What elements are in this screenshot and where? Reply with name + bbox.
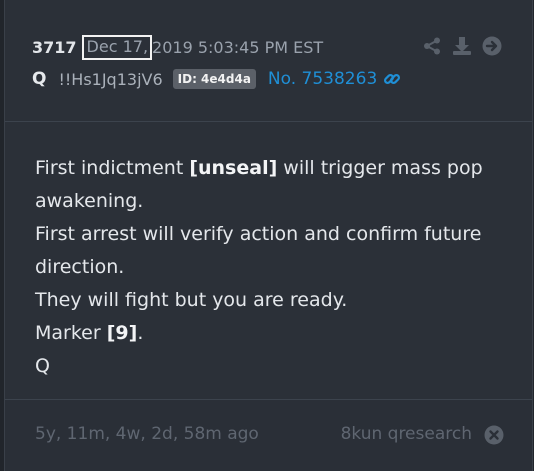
post-number: 3717 [32,37,77,57]
post-footer: 5y, 11m, 4w, 2d, 58m ago 8kun qresearch [5,399,532,471]
body-text: First indictment [35,157,190,179]
body-signature: Q [35,355,50,377]
body-text: . [137,322,144,344]
post-actions [422,36,502,56]
body-bold-text: [unseal] [189,157,278,179]
author-name: Q [32,69,47,89]
post-time: 2019 5:03:45 PM EST [152,37,324,57]
post-author-row: Q !!Hs1Jq13jV6 ID: 4e4d4a No. 7538263 [32,68,401,90]
body-line: They will fight but you are ready. [35,289,348,311]
id-badge: ID: 4e4d4a [172,69,256,89]
post-body: First indictment [unseal] will trigger m… [35,152,505,383]
post-card: 3717 Dec 17, 2019 5:03:45 PM EST Q !!Hs1… [4,0,533,471]
tripcode: !!Hs1Jq13jV6 [58,69,163,89]
post-age: 5y, 11m, 4w, 2d, 58m ago [35,424,259,444]
post-source: 8kun qresearch [340,424,472,444]
arrow-circle-right-icon[interactable] [482,36,502,56]
post-number-link[interactable]: No. 7538263 [268,69,401,89]
body-line: First arrest will verify action and conf… [35,223,482,278]
close-circle-icon[interactable] [484,425,504,445]
body-text: Marker [35,322,107,344]
body-line: Marker [9]. [35,317,505,350]
share-icon[interactable] [422,36,442,56]
body-line: First indictment [unseal] will trigger m… [35,152,505,218]
download-icon[interactable] [452,36,472,56]
post-date: Dec 17, [81,34,153,60]
post-meta-row: 3717 Dec 17, 2019 5:03:45 PM EST [32,34,324,60]
post-header: 3717 Dec 17, 2019 5:03:45 PM EST Q !!Hs1… [5,0,532,122]
post-link-label: No. 7538263 [267,69,378,89]
link-icon [383,70,401,88]
body-bold-text: [9] [106,322,138,344]
